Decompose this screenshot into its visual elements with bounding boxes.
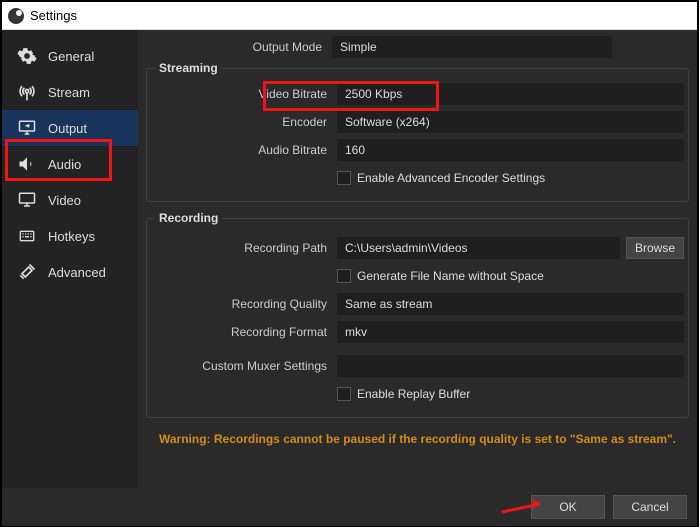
sidebar-item-hotkeys[interactable]: Hotkeys — [2, 218, 138, 254]
gear-icon — [16, 46, 38, 66]
sidebar-item-label: General — [48, 49, 94, 64]
browse-button[interactable]: Browse — [626, 237, 684, 259]
titlebar: Settings — [2, 2, 697, 30]
ok-button[interactable]: OK — [531, 495, 605, 519]
sidebar: General Stream Output Audio Video — [2, 30, 138, 488]
advanced-encoder-label: Enable Advanced Encoder Settings — [357, 171, 545, 185]
app-icon — [8, 8, 24, 24]
main-panel: Output Mode Simple Streaming Video Bitra… — [138, 30, 697, 488]
replay-buffer-label: Enable Replay Buffer — [357, 387, 470, 401]
recording-path-label: Recording Path — [151, 241, 337, 255]
muxer-input[interactable] — [337, 355, 684, 377]
cancel-button[interactable]: Cancel — [613, 495, 687, 519]
sidebar-item-label: Hotkeys — [48, 229, 95, 244]
video-bitrate-input[interactable]: 2500 Kbps — [337, 83, 684, 105]
sidebar-item-stream[interactable]: Stream — [2, 74, 138, 110]
warning-text: Warning: Recordings cannot be paused if … — [138, 424, 697, 448]
encoder-row: Encoder Software (x264) — [151, 109, 684, 135]
sidebar-item-video[interactable]: Video — [2, 182, 138, 218]
filename-nospace-row: Generate File Name without Space — [151, 263, 684, 289]
encoder-select[interactable]: Software (x264) — [337, 111, 684, 133]
video-bitrate-label: Video Bitrate — [151, 87, 337, 101]
streaming-title: Streaming — [155, 61, 222, 75]
sidebar-item-label: Stream — [48, 85, 90, 100]
recording-quality-select[interactable]: Same as stream — [337, 293, 684, 315]
video-bitrate-row: Video Bitrate 2500 Kbps — [151, 81, 684, 107]
monitor-icon — [16, 190, 38, 210]
recording-title: Recording — [155, 211, 222, 225]
tools-icon — [16, 262, 38, 282]
recording-format-label: Recording Format — [151, 325, 337, 339]
advanced-encoder-checkbox[interactable] — [337, 171, 351, 185]
speaker-icon — [16, 154, 38, 174]
audio-bitrate-select[interactable]: 160 — [337, 139, 684, 161]
sidebar-item-label: Audio — [48, 157, 81, 172]
streaming-section: Streaming Video Bitrate 2500 Kbps Encode… — [146, 68, 689, 202]
muxer-label: Custom Muxer Settings — [151, 359, 337, 373]
replay-buffer-checkbox[interactable] — [337, 387, 351, 401]
monitor-arrow-icon — [16, 118, 38, 138]
advanced-encoder-row: Enable Advanced Encoder Settings — [151, 165, 684, 191]
output-mode-label: Output Mode — [146, 40, 332, 54]
recording-section: Recording Recording Path C:\Users\admin\… — [146, 218, 689, 418]
recording-format-row: Recording Format mkv — [151, 319, 684, 345]
keyboard-icon — [16, 226, 38, 246]
antenna-icon — [16, 82, 38, 102]
sidebar-item-label: Output — [48, 121, 87, 136]
sidebar-item-advanced[interactable]: Advanced — [2, 254, 138, 290]
muxer-row: Custom Muxer Settings — [151, 353, 684, 379]
window-title: Settings — [30, 8, 77, 23]
filename-nospace-label: Generate File Name without Space — [357, 269, 544, 283]
recording-path-input[interactable]: C:\Users\admin\Videos — [337, 237, 620, 259]
footer: OK Cancel — [2, 488, 697, 526]
recording-format-select[interactable]: mkv — [337, 321, 684, 343]
output-mode-select[interactable]: Simple — [332, 36, 612, 58]
replay-buffer-row: Enable Replay Buffer — [151, 381, 684, 407]
output-mode-row: Output Mode Simple — [138, 32, 697, 58]
window-body: General Stream Output Audio Video — [2, 30, 697, 488]
sidebar-item-output[interactable]: Output — [2, 110, 138, 146]
sidebar-item-label: Video — [48, 193, 81, 208]
recording-quality-label: Recording Quality — [151, 297, 337, 311]
audio-bitrate-row: Audio Bitrate 160 — [151, 137, 684, 163]
audio-bitrate-label: Audio Bitrate — [151, 143, 337, 157]
recording-path-row: Recording Path C:\Users\admin\Videos Bro… — [151, 235, 684, 261]
sidebar-item-audio[interactable]: Audio — [2, 146, 138, 182]
sidebar-item-general[interactable]: General — [2, 38, 138, 74]
encoder-label: Encoder — [151, 115, 337, 129]
sidebar-item-label: Advanced — [48, 265, 106, 280]
filename-nospace-checkbox[interactable] — [337, 269, 351, 283]
recording-quality-row: Recording Quality Same as stream — [151, 291, 684, 317]
